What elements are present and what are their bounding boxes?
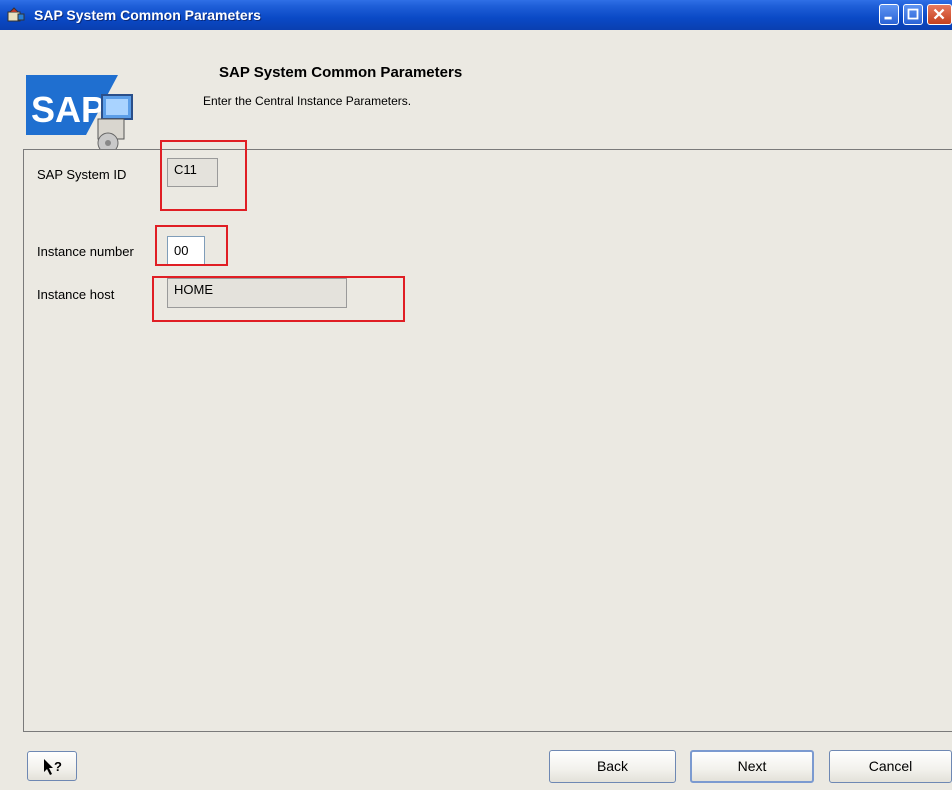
- minimize-icon: [884, 16, 892, 20]
- svg-text:SAP: SAP: [31, 89, 105, 130]
- minimize-button[interactable]: [879, 4, 899, 25]
- instance-number-label: Instance number: [37, 244, 134, 259]
- maximize-button[interactable]: [903, 4, 923, 25]
- wizard-header: SAP: [0, 30, 952, 154]
- window-title: SAP System Common Parameters: [34, 7, 261, 23]
- system-id-label: SAP System ID: [37, 167, 127, 182]
- maximize-icon: [907, 8, 919, 20]
- installer-icon: [7, 7, 25, 22]
- highlight-box-instance-number: [155, 225, 228, 266]
- sap-logo: SAP: [26, 75, 133, 154]
- svg-text:?: ?: [54, 759, 62, 774]
- highlight-box-system-id: [160, 140, 247, 211]
- help-cursor-icon: ?: [44, 759, 62, 775]
- help-button[interactable]: ?: [27, 751, 77, 781]
- close-icon: [933, 8, 945, 20]
- close-button[interactable]: [927, 4, 952, 25]
- instance-host-label: Instance host: [37, 287, 115, 302]
- cancel-button[interactable]: Cancel: [829, 750, 952, 783]
- highlight-box-instance-host: [152, 276, 405, 322]
- page-subtitle: Enter the Central Instance Parameters.: [203, 94, 412, 108]
- back-button[interactable]: Back: [549, 750, 676, 783]
- page-title: SAP System Common Parameters: [219, 64, 463, 81]
- next-button[interactable]: Next: [690, 750, 814, 783]
- title-bar[interactable]: SAP System Common Parameters: [0, 0, 952, 31]
